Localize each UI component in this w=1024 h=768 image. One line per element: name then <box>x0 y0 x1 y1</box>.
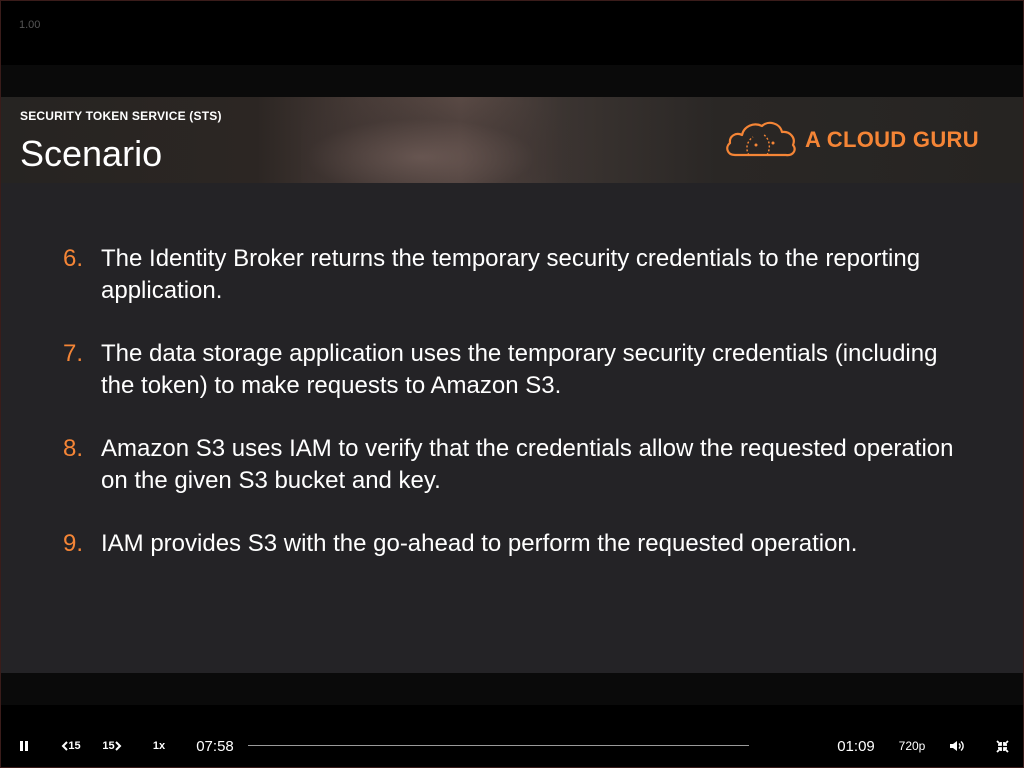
section-label: SECURITY TOKEN SERVICE (STS) <box>20 109 222 123</box>
video-player: 1.00 SECURITY TOKEN SERVICE (STS) Scenar… <box>0 0 1024 768</box>
slide-header: SECURITY TOKEN SERVICE (STS) Scenario A … <box>1 97 1023 183</box>
slide-title: Scenario <box>20 133 163 174</box>
skip-back-icon <box>61 741 69 751</box>
header-background-photo <box>301 97 601 183</box>
volume-button[interactable] <box>947 737 967 755</box>
cloud-logo-icon <box>726 121 796 157</box>
list-item: 6. The Identity Broker returns the tempo… <box>63 243 963 307</box>
zoom-label: 1.00 <box>19 19 41 31</box>
progress-bar[interactable] <box>248 745 749 746</box>
logo-text: A CLOUD GURU <box>805 127 979 152</box>
list-item: 8. Amazon S3 uses IAM to verify that the… <box>63 433 963 497</box>
current-time: 07:58 <box>196 737 234 755</box>
list-item-number: 8. <box>63 435 84 462</box>
control-bar: 15 15 1x 07:58 01:09 720p <box>1 729 1023 763</box>
list-item-number: 9. <box>63 530 84 557</box>
list-item-number: 7. <box>63 340 84 367</box>
scenario-steps-list: 6. The Identity Broker returns the tempo… <box>63 243 963 591</box>
slide: SECURITY TOKEN SERVICE (STS) Scenario A … <box>1 97 1023 673</box>
list-item-text: The data storage application uses the te… <box>101 340 938 399</box>
skip-back-button[interactable]: 15 <box>58 738 84 754</box>
quality-button[interactable]: 720p <box>895 737 929 755</box>
exit-fullscreen-icon <box>995 739 1009 753</box>
brand-logo: A CLOUD GURU <box>723 117 979 163</box>
pause-button[interactable] <box>15 738 33 754</box>
list-item-text: Amazon S3 uses IAM to verify that the cr… <box>101 435 954 494</box>
skip-forward-icon <box>114 741 122 751</box>
skip-forward-label: 15 <box>102 740 115 752</box>
skip-back-label: 15 <box>68 740 81 752</box>
remaining-time: 01:09 <box>837 737 875 755</box>
list-item-number: 6. <box>63 245 84 272</box>
pause-icon <box>20 741 28 751</box>
letterbox-top <box>1 65 1023 97</box>
playback-rate-button[interactable]: 1x <box>149 738 169 754</box>
list-item: 9. IAM provides S3 with the go-ahead to … <box>63 528 963 560</box>
letterbox-bottom <box>1 673 1023 705</box>
exit-fullscreen-button[interactable] <box>993 737 1011 755</box>
list-item-text: IAM provides S3 with the go-ahead to per… <box>101 530 858 557</box>
list-item-text: The Identity Broker returns the temporar… <box>101 245 921 304</box>
list-item: 7. The data storage application uses the… <box>63 338 963 402</box>
skip-forward-button[interactable]: 15 <box>99 738 125 754</box>
volume-icon <box>950 740 964 752</box>
